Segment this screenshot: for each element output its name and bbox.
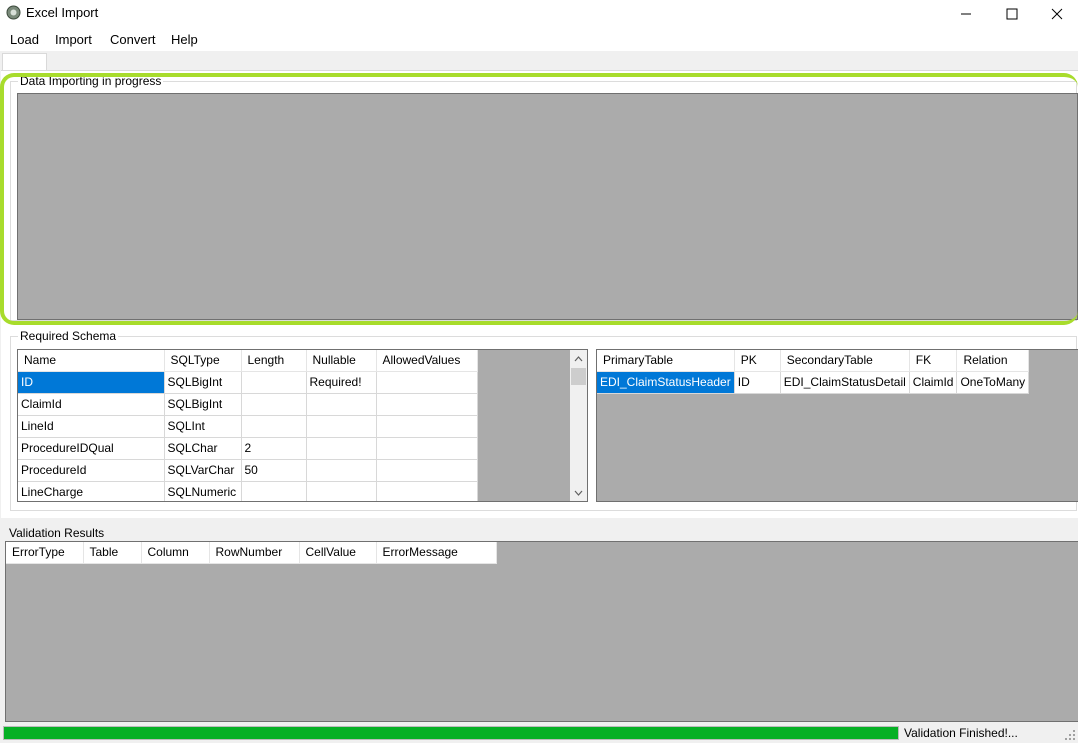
arrow-up-icon: [574, 355, 583, 361]
import-preview-area: [17, 93, 1078, 320]
validation-group-label: Validation Results: [9, 526, 105, 540]
schema-cell[interactable]: SQLInt: [164, 415, 242, 438]
schema-row[interactable]: ClaimId SQLBigInt: [18, 393, 478, 416]
validation-column-header[interactable]: CellValue: [299, 542, 377, 564]
minimize-icon: [961, 13, 971, 14]
status-text: Validation Finished!...: [904, 726, 1018, 740]
schema-scrollbar[interactable]: [570, 350, 587, 501]
schema-cell[interactable]: SQLVarChar: [164, 459, 242, 482]
schema-cell[interactable]: [306, 481, 377, 501]
validation-column-header[interactable]: ErrorType: [6, 542, 84, 564]
schema-cell[interactable]: [376, 481, 478, 501]
menu-import[interactable]: Import: [55, 32, 92, 47]
relations-grid[interactable]: PrimaryTable PK SecondaryTable FK Relation E…: [596, 349, 1078, 502]
schema-cell[interactable]: SQLNumeric: [164, 481, 242, 501]
schema-cell[interactable]: SQLBigInt: [164, 393, 242, 416]
schema-table: Name SQLType Length Nullable AllowedValues I…: [18, 350, 478, 501]
schema-cell[interactable]: LineId: [18, 415, 165, 438]
relations-cell[interactable]: ClaimId: [909, 371, 958, 394]
relations-column-header[interactable]: FK: [909, 350, 958, 372]
arrow-down-icon: [574, 490, 583, 496]
relations-column-header[interactable]: Relation: [956, 350, 1030, 372]
relations-column-header[interactable]: PK: [734, 350, 781, 372]
schema-cell[interactable]: 50: [241, 459, 307, 482]
schema-cell[interactable]: ProcedureId: [18, 459, 165, 482]
schema-cell[interactable]: Required!: [306, 371, 377, 394]
schema-cell[interactable]: [241, 415, 307, 438]
schema-cell[interactable]: [241, 481, 307, 501]
relations-column-header[interactable]: SecondaryTable: [780, 350, 910, 372]
schema-grid[interactable]: Name SQLType Length Nullable AllowedValues I…: [17, 349, 588, 502]
schema-cell[interactable]: [306, 437, 377, 460]
relations-row[interactable]: EDI_ClaimStatusHeader ID EDI_ClaimStatusDe…: [597, 371, 1030, 394]
import-group-label: Data Importing in progress: [18, 74, 164, 88]
validation-column-header[interactable]: ErrorMessage: [376, 542, 497, 564]
menu-bar: Load Import Convert Help: [0, 27, 1078, 51]
schema-row[interactable]: ProcedureIDQual SQLChar 2: [18, 437, 478, 460]
tab-page: Data Importing in progress Required Sche…: [1, 70, 1078, 518]
menu-load[interactable]: Load: [10, 32, 39, 47]
scroll-thumb[interactable]: [571, 368, 586, 385]
validation-column-header[interactable]: Table: [83, 542, 142, 564]
validation-column-header[interactable]: RowNumber: [209, 542, 300, 564]
schema-group: Required Schema Name SQLType Length Nullabl…: [10, 329, 1078, 511]
close-icon: [1051, 8, 1063, 19]
schema-cell[interactable]: [306, 459, 377, 482]
relations-table: PrimaryTable PK SecondaryTable FK Relation E…: [597, 350, 1030, 394]
maximize-button[interactable]: [989, 0, 1035, 27]
schema-cell[interactable]: LineCharge: [18, 481, 165, 501]
scroll-down-button[interactable]: [570, 484, 587, 501]
app-icon: [6, 5, 21, 20]
relations-cell[interactable]: EDI_ClaimStatusHeader: [597, 371, 735, 394]
schema-row[interactable]: ID SQLBigInt Required!: [18, 371, 478, 394]
schema-cell[interactable]: ClaimId: [18, 393, 165, 416]
validation-grid[interactable]: ErrorType Table Column RowNumber CellValue Er…: [5, 541, 1078, 722]
validation-group: Validation Results ErrorType Table Column R…: [1, 520, 1078, 723]
schema-cell[interactable]: [306, 415, 377, 438]
schema-group-label: Required Schema: [18, 329, 119, 343]
import-group: Data Importing in progress: [10, 74, 1078, 321]
tab-strip: [0, 51, 1078, 72]
schema-cell[interactable]: ID: [18, 371, 165, 394]
menu-convert[interactable]: Convert: [110, 32, 156, 47]
relations-cell[interactable]: ID: [734, 371, 781, 394]
schema-column-header[interactable]: Length: [241, 350, 307, 372]
resize-grip-icon[interactable]: [1064, 729, 1076, 741]
relations-cell[interactable]: OneToMany: [956, 371, 1030, 394]
schema-row[interactable]: ProcedureId SQLVarChar 50: [18, 459, 478, 482]
validation-table: ErrorType Table Column RowNumber CellValue Er…: [6, 542, 497, 564]
schema-cell[interactable]: [306, 393, 377, 416]
validation-column-header[interactable]: Column: [141, 542, 210, 564]
schema-column-header[interactable]: SQLType: [164, 350, 242, 372]
schema-column-header[interactable]: Name: [18, 350, 165, 372]
schema-cell[interactable]: [376, 459, 478, 482]
schema-cell[interactable]: 2: [241, 437, 307, 460]
schema-column-header[interactable]: AllowedValues: [376, 350, 478, 372]
minimize-button[interactable]: [943, 0, 989, 27]
schema-cell[interactable]: ProcedureIDQual: [18, 437, 165, 460]
schema-cell[interactable]: [376, 393, 478, 416]
close-button[interactable]: [1034, 0, 1078, 27]
menu-help[interactable]: Help: [171, 32, 198, 47]
relations-column-header[interactable]: PrimaryTable: [597, 350, 735, 372]
scroll-up-button[interactable]: [570, 350, 587, 367]
schema-cell[interactable]: SQLBigInt: [164, 371, 242, 394]
relations-cell[interactable]: EDI_ClaimStatusDetail: [780, 371, 910, 394]
schema-cell[interactable]: SQLChar: [164, 437, 242, 460]
schema-cell[interactable]: [376, 437, 478, 460]
schema-cell[interactable]: [241, 371, 307, 394]
progress-fill: [4, 727, 898, 739]
schema-cell[interactable]: [376, 415, 478, 438]
schema-cell[interactable]: [376, 371, 478, 394]
schema-row[interactable]: LineCharge SQLNumeric: [18, 481, 478, 501]
schema-column-header[interactable]: Nullable: [306, 350, 377, 372]
schema-cell[interactable]: [241, 393, 307, 416]
progress-bar: [3, 726, 899, 740]
window-title: Excel Import: [26, 5, 99, 20]
maximize-icon: [1006, 8, 1018, 19]
title-bar: Excel Import: [0, 0, 1078, 27]
status-bar: Validation Finished!...: [0, 723, 1078, 743]
schema-row[interactable]: LineId SQLInt: [18, 415, 478, 438]
